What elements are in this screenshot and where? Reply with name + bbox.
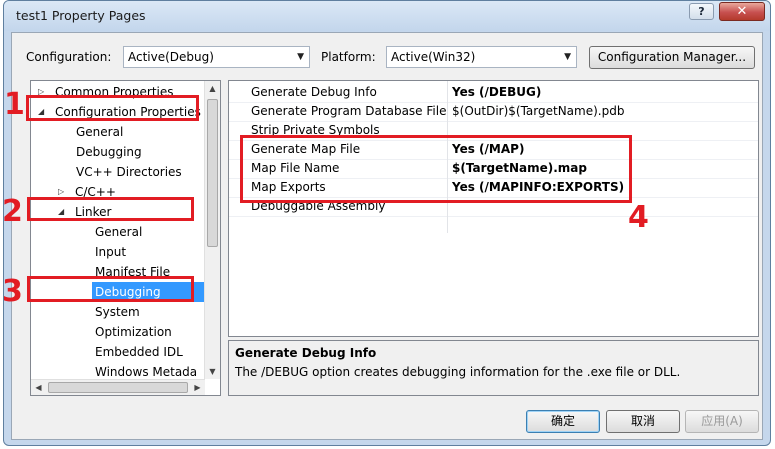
configuration-combo[interactable]: Active(Debug) ▼	[123, 46, 310, 68]
tree-item-label: Debugging	[76, 145, 142, 159]
tree-item-label: VC++ Directories	[76, 165, 182, 179]
chevron-down-icon: ▼	[564, 52, 571, 62]
tree-item-label: Embedded IDL	[95, 345, 183, 359]
property-value[interactable]: Yes (/DEBUG)	[452, 83, 541, 102]
help-button[interactable]: ?	[689, 3, 714, 20]
property-row[interactable]: Generate Debug Info Yes (/DEBUG)	[229, 83, 758, 103]
window-title: test1 Property Pages	[16, 8, 146, 23]
configuration-manager-button[interactable]: Configuration Manager...	[589, 46, 755, 69]
annotation-number-2: 2	[2, 194, 23, 229]
description-text: The /DEBUG option creates debugging info…	[235, 365, 681, 379]
tree-item[interactable]: General	[31, 122, 207, 142]
tree-item[interactable]: Optimization	[31, 322, 207, 342]
scroll-right-icon[interactable]: ▶	[190, 380, 205, 395]
description-panel: Generate Debug Info The /DEBUG option cr…	[228, 340, 759, 396]
tree-item[interactable]: Embedded IDL	[31, 342, 207, 362]
property-tree[interactable]: ▷ Common Properties ◢ Configuration Propert…	[30, 80, 221, 396]
tree-item[interactable]: Input	[31, 242, 207, 262]
annotation-box-2	[27, 197, 194, 221]
tree-item-label: General	[76, 125, 124, 139]
property-grid[interactable]: Generate Debug Info Yes (/DEBUG) Generate …	[228, 80, 759, 337]
property-pages-window: test1 Property Pages ? ✕ Configuration: …	[3, 0, 771, 446]
annotation-number-4: 4	[628, 200, 649, 235]
annotation-box-3	[27, 276, 194, 302]
apply-button[interactable]: 应用(A)	[685, 410, 759, 433]
annotation-box-1	[26, 95, 199, 121]
close-button[interactable]: ✕	[719, 2, 765, 21]
tree-item-label: System	[95, 305, 140, 319]
tree-item-label: General	[95, 225, 143, 239]
tree-item[interactable]: Debugging	[31, 142, 207, 162]
annotation-box-4	[240, 135, 632, 203]
property-name: Generate Debug Info	[251, 85, 377, 99]
annotation-number-1: 1	[4, 87, 25, 122]
tree-item[interactable]: System	[31, 302, 207, 322]
property-name: Generate Program Database File	[251, 104, 447, 118]
annotation-number-3: 3	[2, 274, 23, 309]
platform-combo[interactable]: Active(Win32) ▼	[386, 46, 577, 68]
tree-item[interactable]: VC++ Directories	[31, 162, 207, 182]
configuration-label: Configuration:	[26, 50, 112, 64]
property-value[interactable]: $(OutDir)$(TargetName).pdb	[452, 102, 624, 121]
scroll-up-icon[interactable]: ▲	[205, 81, 220, 96]
title-bar[interactable]: test1 Property Pages ? ✕	[4, 1, 770, 31]
property-row[interactable]: Generate Program Database File $(OutDir)$…	[229, 102, 758, 122]
tree-item[interactable]: General	[31, 222, 207, 242]
scroll-left-icon[interactable]: ◀	[31, 380, 46, 395]
tree-vertical-scrollbar[interactable]: ▲ ▼	[204, 81, 220, 379]
configuration-value: Active(Debug)	[128, 50, 214, 64]
tree-item-label: Input	[95, 245, 127, 259]
description-title: Generate Debug Info	[235, 346, 377, 360]
dialog-client-area: Configuration: Active(Debug) ▼ Platform:…	[11, 32, 763, 440]
tree-horizontal-scrollbar[interactable]: ◀ ▶	[31, 379, 205, 395]
chevron-down-icon: ▼	[297, 52, 304, 62]
ok-button[interactable]: 确定	[526, 410, 600, 433]
cancel-button[interactable]: 取消	[606, 410, 680, 433]
tree-hscroll-thumb[interactable]	[48, 382, 188, 393]
tree-item-label: Optimization	[95, 325, 172, 339]
platform-value: Active(Win32)	[391, 50, 476, 64]
platform-label: Platform:	[321, 50, 376, 64]
scroll-down-icon[interactable]: ▼	[205, 364, 220, 379]
tree-scroll-thumb[interactable]	[207, 99, 218, 247]
